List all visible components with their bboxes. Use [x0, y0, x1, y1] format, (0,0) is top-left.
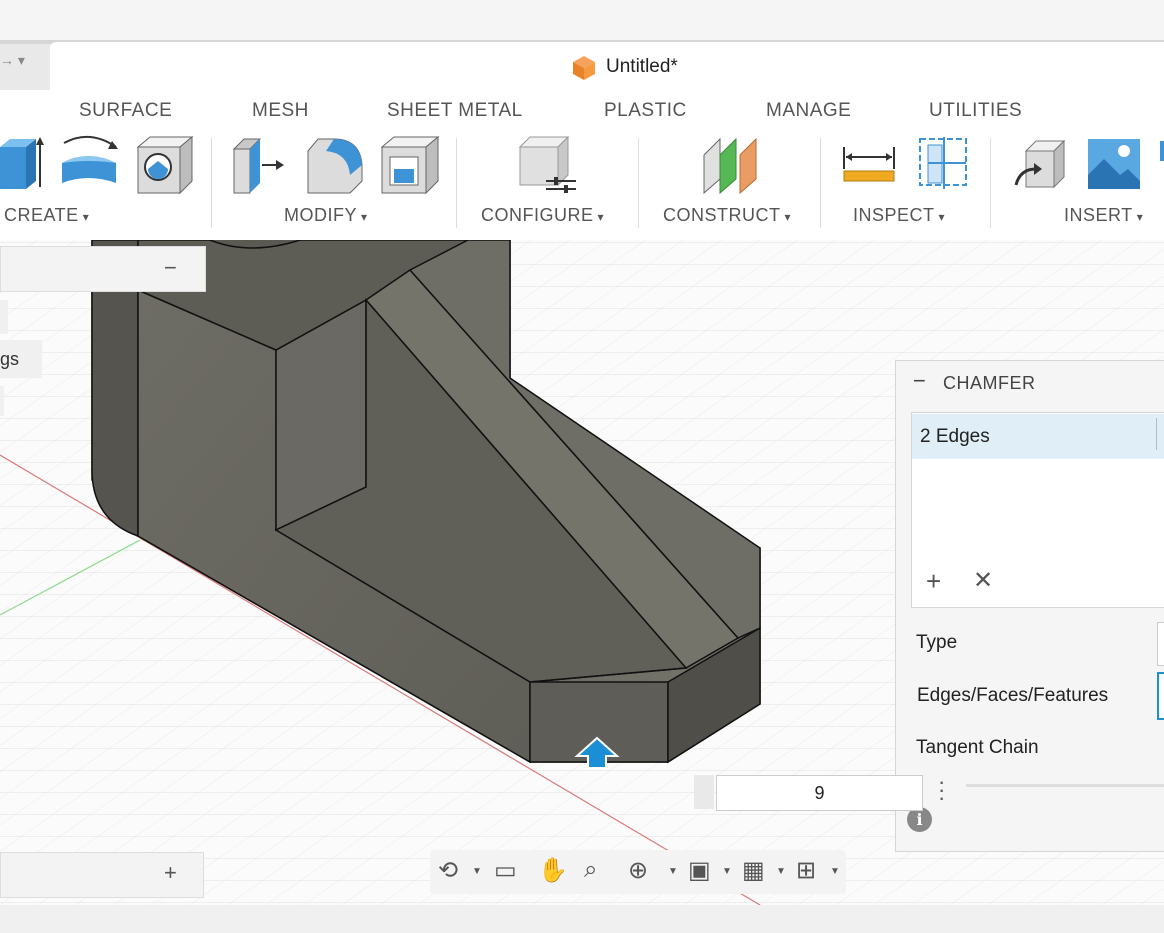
revolve-icon[interactable]: [60, 135, 120, 197]
grid-icon[interactable]: ▦: [742, 856, 765, 885]
tab-mesh[interactable]: MESH: [252, 100, 309, 122]
drag-handle-icon[interactable]: [694, 775, 714, 809]
edges-faces-features-label: Edges/Faces/Features: [917, 685, 1109, 706]
type-dropdown[interactable]: [1157, 622, 1164, 666]
configure-icon[interactable]: [516, 135, 576, 197]
collapse-icon[interactable]: −: [913, 368, 926, 394]
ribbon-separator: [820, 138, 821, 228]
insert-more-icon[interactable]: [1156, 135, 1164, 197]
group-inspect[interactable]: INSPECT ▾: [853, 205, 945, 226]
fillet-icon[interactable]: [304, 135, 364, 197]
selection-label: 2 Edges: [920, 426, 990, 447]
group-construct-label: CONSTRUCT: [663, 205, 781, 225]
offset-plane-icon[interactable]: [700, 135, 760, 197]
chevron-down-icon: ▾: [784, 210, 792, 224]
document-cube-icon: [573, 56, 595, 80]
ribbon-separator: [456, 138, 457, 228]
edges-faces-features-toggle[interactable]: [1157, 672, 1164, 720]
browser-item[interactable]: gs: [0, 340, 42, 378]
chevron-down-icon[interactable]: ▼: [472, 866, 482, 877]
viewports-icon[interactable]: ⊞: [796, 856, 816, 885]
group-create[interactable]: CREATE ▾: [4, 205, 89, 226]
chevron-down-icon: ▾: [1136, 210, 1144, 224]
tangent-chain-label: Tangent Chain: [916, 737, 1039, 758]
divider: [966, 784, 1164, 787]
chevron-down-icon[interactable]: ▼: [668, 866, 678, 877]
press-pull-icon[interactable]: [230, 135, 290, 197]
chevron-down-icon: ▾: [597, 210, 605, 224]
tab-manage[interactable]: MANAGE: [766, 100, 851, 122]
chevron-down-icon: ▾: [938, 210, 946, 224]
history-arrows[interactable]: → ▾: [0, 52, 25, 69]
tab-plastic[interactable]: PLASTIC: [604, 100, 687, 122]
distance-input[interactable]: 9: [716, 775, 923, 811]
zoom-icon[interactable]: ⌕: [584, 856, 597, 884]
chevron-down-icon[interactable]: ▼: [776, 866, 786, 877]
tab-surface[interactable]: SURFACE: [79, 100, 172, 122]
insert-image-icon[interactable]: [1086, 135, 1146, 197]
hole-icon[interactable]: [136, 135, 196, 197]
chevron-down-icon: ▾: [82, 210, 90, 224]
collapse-icon[interactable]: −: [164, 255, 177, 281]
section-analysis-icon[interactable]: [916, 135, 976, 197]
tab-utilities[interactable]: UTILITIES: [929, 100, 1022, 122]
shell-icon[interactable]: [380, 135, 440, 197]
group-configure[interactable]: CONFIGURE ▾: [481, 205, 604, 226]
look-at-icon[interactable]: ▭: [494, 856, 517, 885]
ribbon-separator: [211, 138, 212, 228]
chevron-down-icon[interactable]: ▼: [830, 866, 840, 877]
group-modify-label: MODIFY: [284, 205, 357, 225]
browser-item-label: gs: [0, 349, 20, 369]
pan-icon[interactable]: ✋: [538, 856, 568, 885]
extrude-icon[interactable]: [0, 135, 60, 197]
browser-item[interactable]: [0, 300, 8, 334]
ribbon-separator: [638, 138, 639, 228]
tab-sheet-metal[interactable]: SHEET METAL: [387, 100, 523, 122]
chevron-down-icon: ▾: [361, 210, 368, 224]
title-bar: [0, 0, 1164, 44]
fit-icon[interactable]: ⊕: [628, 856, 648, 885]
group-insert[interactable]: INSERT ▾: [1064, 205, 1143, 226]
chevron-down-icon[interactable]: ▼: [722, 866, 732, 877]
group-create-label: CREATE: [4, 205, 79, 225]
add-selection-icon[interactable]: +: [926, 566, 941, 597]
display-settings-icon[interactable]: ▣: [688, 856, 711, 885]
remove-selection-icon[interactable]: ✕: [973, 566, 993, 595]
type-label: Type: [916, 632, 958, 653]
browser-item[interactable]: [0, 386, 4, 416]
group-construct[interactable]: CONSTRUCT ▾: [663, 205, 791, 226]
group-inspect-label: INSPECT: [853, 205, 935, 225]
dialog-title: CHAMFER: [943, 373, 1036, 393]
measure-icon[interactable]: [840, 135, 900, 197]
group-configure-label: CONFIGURE: [481, 205, 594, 225]
insert-derive-icon[interactable]: [1012, 135, 1072, 197]
status-bar: [0, 905, 1164, 933]
more-options-icon[interactable]: · · ·: [938, 771, 945, 809]
ribbon-separator: [990, 138, 991, 228]
list-scrollbar[interactable]: [1156, 418, 1164, 450]
document-title: Untitled*: [606, 56, 678, 77]
add-comment-icon[interactable]: +: [164, 860, 177, 886]
group-insert-label: INSERT: [1064, 205, 1133, 225]
group-modify[interactable]: MODIFY ▾: [284, 205, 368, 226]
orbit-icon[interactable]: ⟲: [438, 856, 458, 885]
